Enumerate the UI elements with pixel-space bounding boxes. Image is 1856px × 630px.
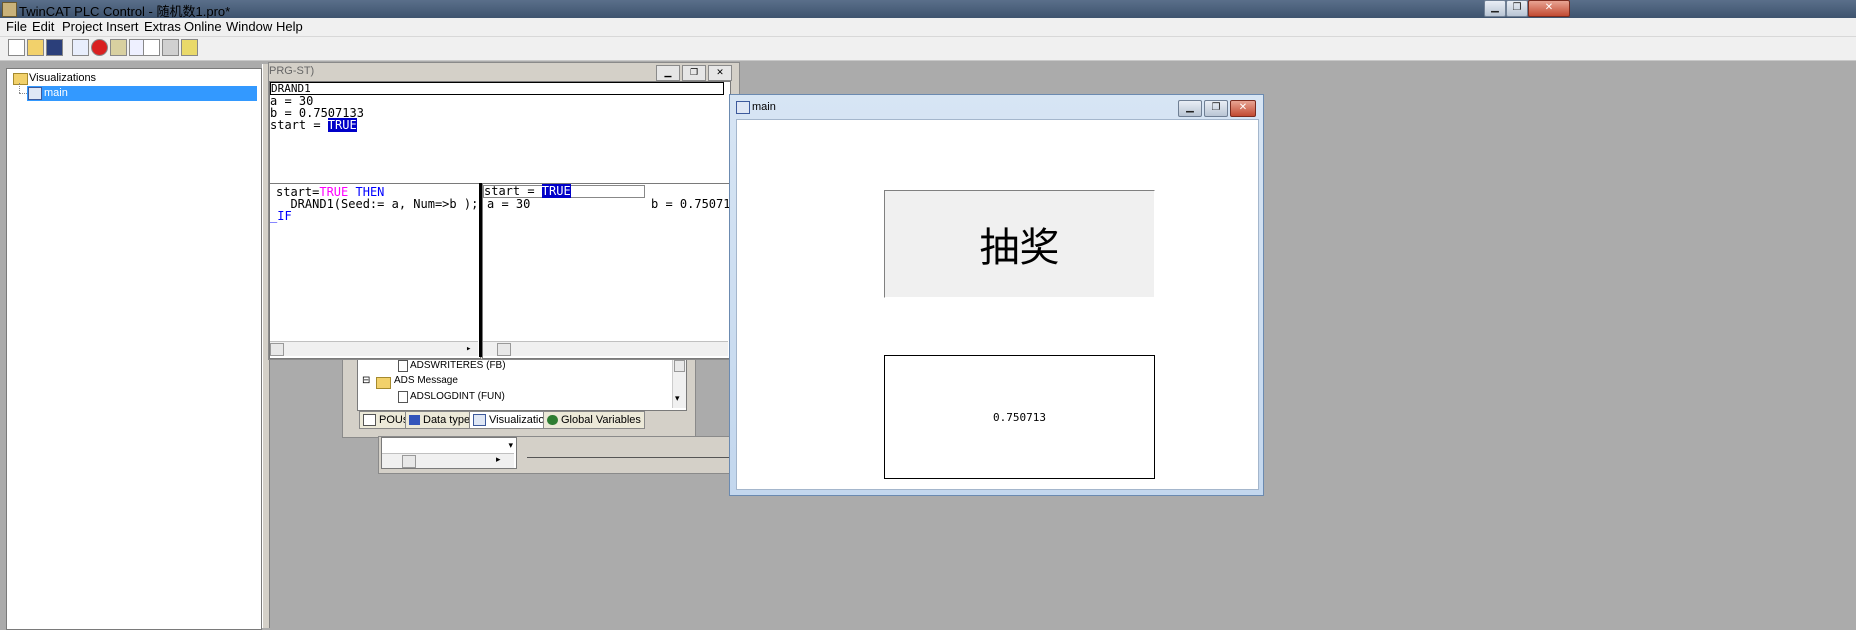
dropdown-arrow[interactable]: ▾ [508,440,513,451]
minimize-button[interactable]: ▁ [1484,0,1506,17]
expand-icon[interactable]: ⊟ [362,375,370,386]
draw-lottery-button[interactable]: 抽奖 [884,190,1155,298]
scrollbar-thumb[interactable] [497,343,511,356]
visualization-canvas: 抽奖 0.750713 [736,119,1259,490]
horizontal-scrollbar[interactable]: ▸ [382,453,514,468]
scrollbar-thumb[interactable] [674,360,685,372]
object-tree-panel: Visualizations main [6,68,262,630]
vis-maximize-button[interactable]: ❐ [1204,100,1228,117]
run-icon[interactable] [110,39,127,56]
library-manager-window: ADSWRITERES (FB) ⊟ ADS Message ADSLOGDIN… [342,356,696,438]
menu-edit[interactable]: Edit [32,19,54,34]
menu-window[interactable]: Window [226,19,272,34]
breakpoint-icon[interactable] [143,39,160,56]
compile-icon[interactable] [181,39,198,56]
scroll-right-arrow[interactable]: ▸ [466,342,471,356]
menu-project[interactable]: Project [62,19,102,34]
tree-child-label: main [44,87,68,99]
close-button[interactable]: ✕ [1528,0,1570,17]
function-icon [398,391,408,403]
menu-bar: File Edit Project Insert Extras Online W… [0,18,1856,37]
print-icon[interactable] [162,39,179,56]
code-pane[interactable]: start=TRUE THEN DRAND1(Seed:= a, Num=>b … [269,183,481,359]
monitor-horizontal-scrollbar[interactable] [483,341,728,356]
library-folder[interactable]: ADS Message [394,375,458,386]
new-file-icon[interactable] [8,39,25,56]
code-horizontal-scrollbar[interactable]: ▸ [270,341,478,356]
app-icon [2,2,17,17]
editor-maximize-button[interactable]: ❐ [682,65,706,81]
scroll-right-arrow[interactable]: ▸ [496,454,501,465]
toolbar [0,37,1856,61]
monitor-a: a = 30 [487,197,531,211]
menu-online[interactable]: Online [184,19,222,34]
function-block-icon [398,360,408,372]
library-tabs: POUs Data types Visualizations Global Va… [359,411,659,429]
menu-help[interactable]: Help [276,19,303,34]
library-item[interactable]: ADSWRITERES (FB) [410,360,506,371]
tree-root-label: Visualizations [29,72,97,84]
app-title-bar: TwinCAT PLC Control - 随机数1.pro* ▁ ❐ ✕ [0,0,1856,19]
scroll-down-arrow[interactable]: ▾ [675,393,680,404]
tree-item-main[interactable]: main [27,86,257,101]
editor-window-title: PRG-ST) [269,65,315,77]
login-icon[interactable] [72,39,89,56]
editor-window: PRG-ST) ▁ ❐ ✕ DRAND1 a = 30 b = 0.750713… [268,62,740,360]
tree-connector-h [19,93,27,95]
menu-file[interactable]: File [6,19,27,34]
save-icon[interactable] [46,39,63,56]
stop-icon[interactable] [91,39,108,56]
vertical-scrollbar[interactable]: ▾ [672,358,686,408]
maximize-button[interactable]: ❐ [1506,0,1528,17]
divider [527,457,735,458]
declaration-field[interactable]: DRAND1 [270,82,724,95]
code-line-2: DRAND1(Seed:= a, Num=>b ); [276,197,479,211]
scrollbar-thumb[interactable] [270,343,284,356]
editor-close-button[interactable]: ✕ [708,65,732,81]
vis-close-button[interactable]: ✕ [1230,100,1256,117]
monitor-b: b = 0.750713 [651,197,731,211]
menu-insert[interactable]: Insert [106,19,139,34]
tree-connector [19,83,21,93]
watch-start: start = TRUE [270,118,357,132]
open-folder-icon[interactable] [27,39,44,56]
vis-minimize-button[interactable]: ▁ [1178,100,1202,117]
menu-extras[interactable]: Extras [144,19,181,34]
random-result-display: 0.750713 [884,355,1155,479]
library-item[interactable]: ADSLOGDINT (FUN) [410,391,505,402]
code-line-3: _IF [270,209,292,223]
visualization-window-title: main [752,101,776,113]
declaration-pane[interactable]: DRAND1 a = 30 b = 0.7507133 start = TRUE [269,81,731,184]
tab-global-variables[interactable]: Global Variables [543,411,645,429]
folder-icon [376,377,391,389]
visualization-icon [28,87,42,100]
background-window: ▾ ▸ [378,436,740,474]
visualization-icon [736,101,750,114]
visualization-window: main ▁ ❐ ✕ 抽奖 0.750713 [729,94,1264,496]
scrollbar-thumb[interactable] [402,455,416,468]
list-pane: ▾ ▸ [381,437,517,469]
library-tree: ADSWRITERES (FB) ⊟ ADS Message ADSLOGDIN… [357,357,687,411]
editor-minimize-button[interactable]: ▁ [656,65,680,81]
monitor-pane: start = TRUE a = 30 b = 0.750713 [482,183,731,359]
